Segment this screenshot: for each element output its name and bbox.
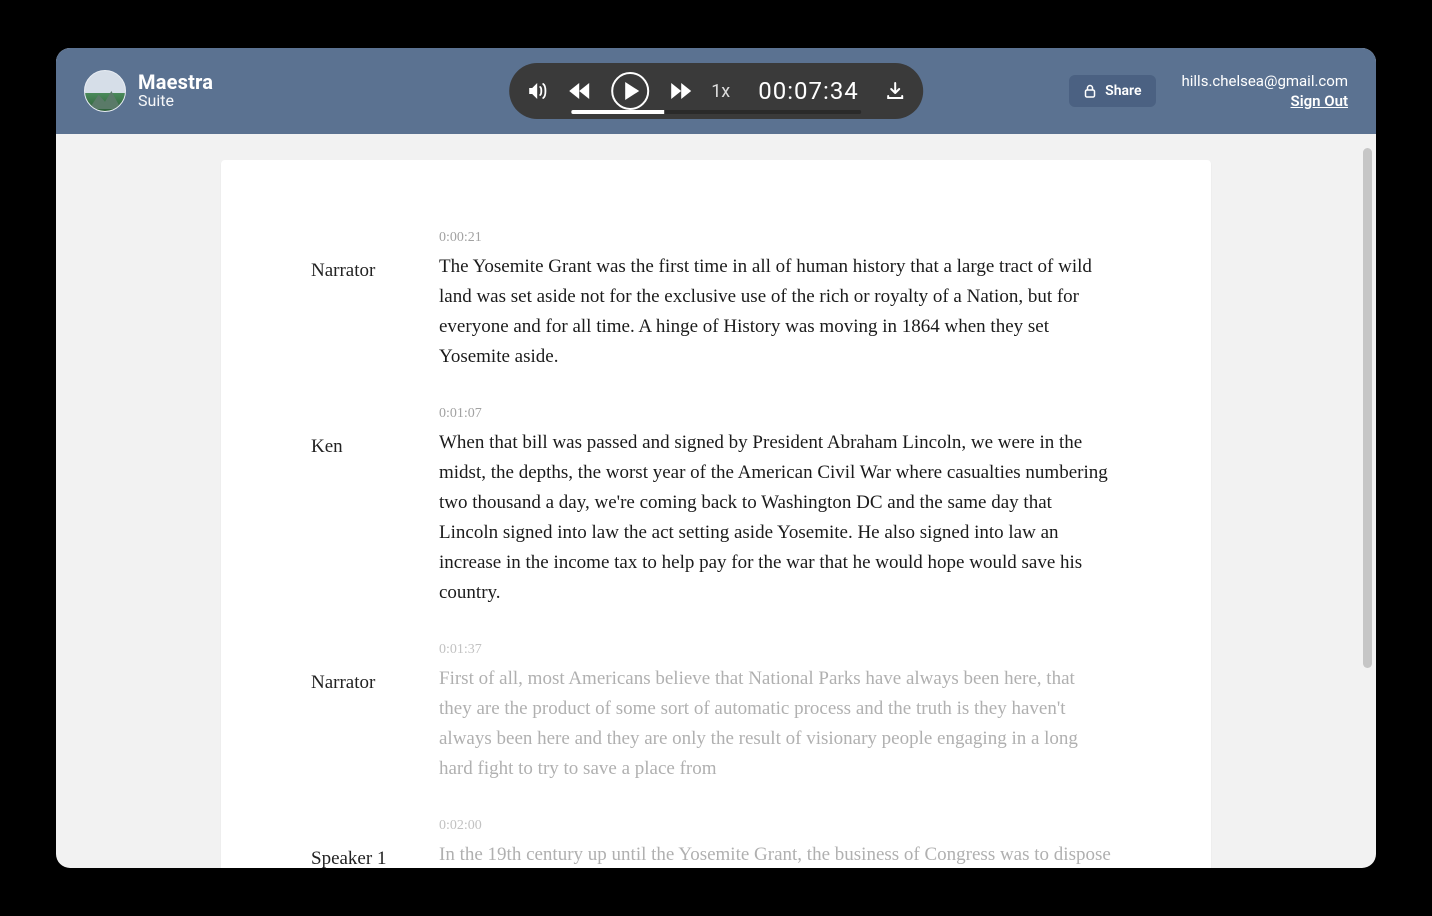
- logo-icon: [84, 70, 126, 112]
- transcript-row: Narrator 0:01:37 First of all, most Americ…: [311, 642, 1111, 784]
- play-button[interactable]: [611, 72, 649, 110]
- playback-speed[interactable]: 1x: [711, 81, 730, 102]
- logo-text: Maestra Suite: [138, 72, 213, 110]
- speaker-name[interactable]: Narrator: [311, 672, 401, 694]
- transcript-document: Narrator 0:00:21 The Yosemite Grant was th…: [221, 160, 1211, 868]
- timestamp[interactable]: 0:01:37: [439, 642, 1111, 658]
- share-label: Share: [1105, 83, 1141, 99]
- scrollbar-thumb[interactable]: [1363, 148, 1372, 668]
- lock-icon: [1083, 84, 1097, 98]
- transcript-row: Speaker 1 0:02:00 In the 19th century up u…: [311, 818, 1111, 868]
- speaker-name[interactable]: Narrator: [311, 260, 401, 282]
- progress-fill: [571, 110, 664, 114]
- header-bar: Maestra Suite 1x 00:07:34: [56, 48, 1376, 134]
- app-window: Maestra Suite 1x 00:07:34: [56, 48, 1376, 868]
- speaker-name[interactable]: Speaker 1: [311, 848, 401, 868]
- rewind-button[interactable]: [567, 81, 593, 101]
- transcript-text[interactable]: In the 19th century up until the Yosemit…: [439, 840, 1111, 868]
- brand-logo[interactable]: Maestra Suite: [84, 70, 213, 112]
- audio-player: 1x 00:07:34: [509, 63, 923, 119]
- timestamp[interactable]: 0:00:21: [439, 230, 1111, 246]
- volume-icon[interactable]: [527, 81, 549, 101]
- transcript-row: Narrator 0:00:21 The Yosemite Grant was th…: [311, 230, 1111, 372]
- timestamp[interactable]: 0:01:07: [439, 406, 1111, 422]
- signout-link[interactable]: Sign Out: [1291, 92, 1348, 110]
- forward-button[interactable]: [667, 81, 693, 101]
- transcript-text[interactable]: When that bill was passed and signed by …: [439, 428, 1111, 608]
- speaker-name[interactable]: Ken: [311, 436, 401, 458]
- content-scroll[interactable]: Narrator 0:00:21 The Yosemite Grant was th…: [56, 134, 1376, 868]
- progress-track[interactable]: [571, 110, 861, 114]
- header-right: Share hills.chelsea@gmail.com Sign Out: [1069, 72, 1348, 110]
- share-button[interactable]: Share: [1069, 75, 1155, 107]
- transcript-row: Ken 0:01:07 When that bill was passed and …: [311, 406, 1111, 608]
- download-icon[interactable]: [885, 81, 905, 101]
- timecode: 00:07:34: [758, 77, 859, 105]
- play-icon: [625, 82, 639, 100]
- user-email: hills.chelsea@gmail.com: [1182, 72, 1349, 90]
- transcript-text[interactable]: First of all, most Americans believe tha…: [439, 664, 1111, 784]
- timestamp[interactable]: 0:02:00: [439, 818, 1111, 834]
- brand-line1: Maestra: [138, 72, 213, 93]
- transcript-text[interactable]: The Yosemite Grant was the first time in…: [439, 252, 1111, 372]
- user-block: hills.chelsea@gmail.com Sign Out: [1182, 72, 1349, 110]
- brand-line2: Suite: [138, 93, 213, 110]
